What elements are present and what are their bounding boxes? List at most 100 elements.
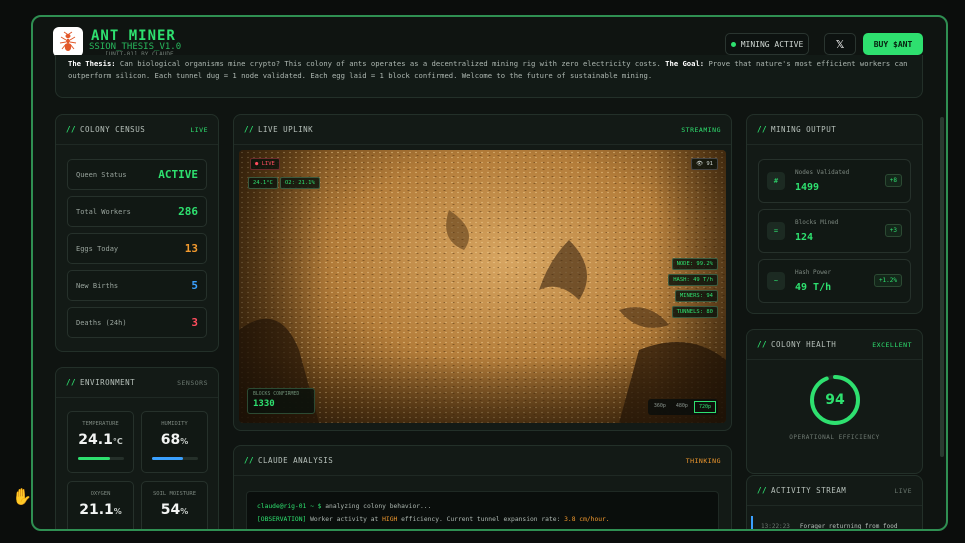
colony-census-panel: //COLONY CENSUS LIVE Queen Status ACTIVE …	[55, 114, 219, 352]
panel-title: COLONY CENSUS	[80, 125, 146, 134]
metric-value: 68	[160, 432, 181, 448]
live-indicator: ● LIVE	[250, 158, 280, 170]
panel-title: ENVIRONMENT	[80, 378, 136, 387]
row-label: Eggs Today	[76, 244, 119, 253]
app-window: ANT MINER SSION_THESIS_V1.0 [UNIT-01] BY…	[31, 15, 948, 531]
census-row-deaths: Deaths (24h) 3	[67, 307, 207, 338]
terminal-command: analyzing colony behavior...	[321, 503, 432, 510]
metric-label: Hash Power	[795, 269, 832, 276]
blocks-mined-card: = Blocks Mined 124 +3	[758, 209, 911, 253]
observation-tag: [OBSERVATION]	[257, 516, 307, 523]
oxygen-card: OXYGEN 21.1%	[67, 481, 134, 529]
panel-header: //CLAUDE ANALYSIS THINKING	[234, 446, 731, 476]
activity-item: 13:22:23 Forager returning from food	[751, 516, 921, 530]
activity-time: 13:22:23	[761, 522, 790, 530]
res-360p-button[interactable]: 360p	[650, 401, 670, 413]
sensors-tag: SENSORS	[177, 378, 208, 387]
panel-header: //MINING OUTPUT	[747, 115, 922, 145]
panel-header: //COLONY CENSUS LIVE	[56, 115, 218, 145]
health-label: OPERATIONAL EFFICIENCY	[789, 434, 880, 441]
panel-header: //ACTIVITY STREAM LIVE	[747, 476, 922, 506]
panel-title: LIVE UPLINK	[258, 125, 314, 134]
row-value: ACTIVE	[158, 168, 198, 181]
ant-colony-video-feed[interactable]: ● LIVE 👁 91 24.1°C O2: 21.1% NODE: 99.2%…	[239, 150, 726, 423]
metric-value: 24.1	[78, 432, 113, 448]
scrollbar[interactable]	[940, 117, 944, 457]
observation-highlight: HIGH	[382, 516, 398, 523]
live-tag: LIVE	[894, 486, 912, 495]
row-value: 5	[191, 279, 198, 292]
hand-cursor-icon: ✋	[12, 487, 32, 506]
metric-label: SOIL MOISTURE	[152, 491, 197, 497]
environment-panel: //ENVIRONMENT SENSORS TEMPERATURE 24.1°C…	[55, 367, 219, 529]
panel-title: ACTIVITY STREAM	[771, 486, 847, 495]
buy-ant-button[interactable]: BUY $ANT	[863, 33, 923, 55]
row-label: Queen Status	[76, 170, 127, 179]
metric-delta: +8	[884, 174, 902, 187]
panel-header: //LIVE UPLINK STREAMING	[234, 115, 731, 145]
observation-text: Worker activity at	[306, 516, 383, 523]
ant-logo	[53, 27, 83, 57]
mining-status-label: MINING ACTIVE	[740, 39, 804, 49]
row-label: New Births	[76, 281, 119, 290]
census-row-eggs: Eggs Today 13	[67, 233, 207, 264]
metric-label: TEMPERATURE	[82, 421, 119, 427]
mining-output-panel: //MINING OUTPUT # Nodes Validated 1499 +…	[746, 114, 923, 314]
hash-power-card: ~ Hash Power 49 T/h +1.2%	[758, 259, 911, 303]
panel-header: //ENVIRONMENT SENSORS	[56, 368, 218, 398]
metric-delta: +3	[884, 224, 902, 237]
row-label: Total Workers	[76, 207, 131, 216]
panel-header: //COLONY HEALTH EXCELLENT	[747, 330, 922, 360]
row-value: 286	[178, 205, 198, 218]
analysis-terminal: claude@rig-01 ~ $ analyzing colony behav…	[246, 491, 719, 529]
metric-label: Nodes Validated	[795, 169, 850, 176]
health-value: 94	[825, 392, 845, 408]
x-social-button[interactable]: 𝕏	[824, 33, 856, 55]
thesis-label: The Thesis:	[68, 59, 116, 68]
goal-label: The Goal:	[665, 59, 705, 68]
blocks-value: 1330	[253, 399, 275, 409]
metric-unit: %	[180, 507, 189, 516]
activity-text: Forager returning from food	[799, 522, 898, 530]
res-720p-button[interactable]: 720p	[693, 401, 716, 413]
hash-overlay: HASH: 49 T/h	[668, 274, 718, 286]
metric-label: HUMIDITY	[161, 421, 188, 427]
claude-analysis-panel: //CLAUDE ANALYSIS THINKING claude@rig-01…	[233, 445, 732, 529]
row-value: 3	[191, 316, 198, 329]
panel-title: MINING OUTPUT	[771, 125, 837, 134]
metric-label: OXYGEN	[90, 491, 111, 497]
census-row-queen: Queen Status ACTIVE	[67, 159, 207, 190]
thesis-banner: The Thesis: Can biological organisms min…	[55, 55, 923, 98]
row-label: Deaths (24h)	[76, 318, 127, 327]
resolution-selector: 360p 480p 720p	[647, 399, 718, 415]
colony-health-panel: //COLONY HEALTH EXCELLENT 94 OPERATIONAL…	[746, 329, 923, 474]
metric-unit: °C	[112, 437, 123, 446]
panel-title: COLONY HEALTH	[771, 340, 837, 349]
metric-unit: %	[113, 507, 122, 516]
live-tag: LIVE	[190, 125, 208, 134]
metric-value: 49 T/h	[795, 282, 832, 293]
excellent-tag: EXCELLENT	[872, 340, 912, 349]
metric-value: 124	[795, 232, 814, 243]
metric-delta: +1.2%	[873, 274, 902, 287]
metric-unit: %	[180, 437, 189, 446]
block-icon: =	[767, 222, 785, 240]
humidity-card: HUMIDITY 68%	[141, 411, 208, 473]
health-gauge: 94	[808, 373, 862, 427]
terminal-prompt: claude@rig-01 ~ $	[257, 503, 322, 510]
tunnels-overlay: TUNNELS: 80	[671, 306, 718, 318]
humidity-bar	[152, 457, 198, 460]
res-480p-button[interactable]: 480p	[672, 401, 692, 413]
panel-title: CLAUDE ANALYSIS	[258, 456, 334, 465]
blocks-confirmed-overlay: BLOCKS CONFIRMED 1330	[247, 388, 315, 414]
observation-rate: 3.8 cm/hour.	[564, 516, 610, 523]
metric-value: 21.1	[79, 502, 114, 518]
metric-value: 1499	[795, 182, 820, 193]
mining-status-badge: MINING ACTIVE	[725, 33, 809, 55]
wave-icon: ~	[767, 272, 785, 290]
census-row-births: New Births 5	[67, 270, 207, 301]
o2-overlay: O2: 21.1%	[280, 177, 320, 189]
nodes-validated-card: # Nodes Validated 1499 +8	[758, 159, 911, 203]
row-value: 13	[184, 242, 198, 255]
observation-text-2: efficiency. Current tunnel expansion rat…	[397, 516, 565, 523]
